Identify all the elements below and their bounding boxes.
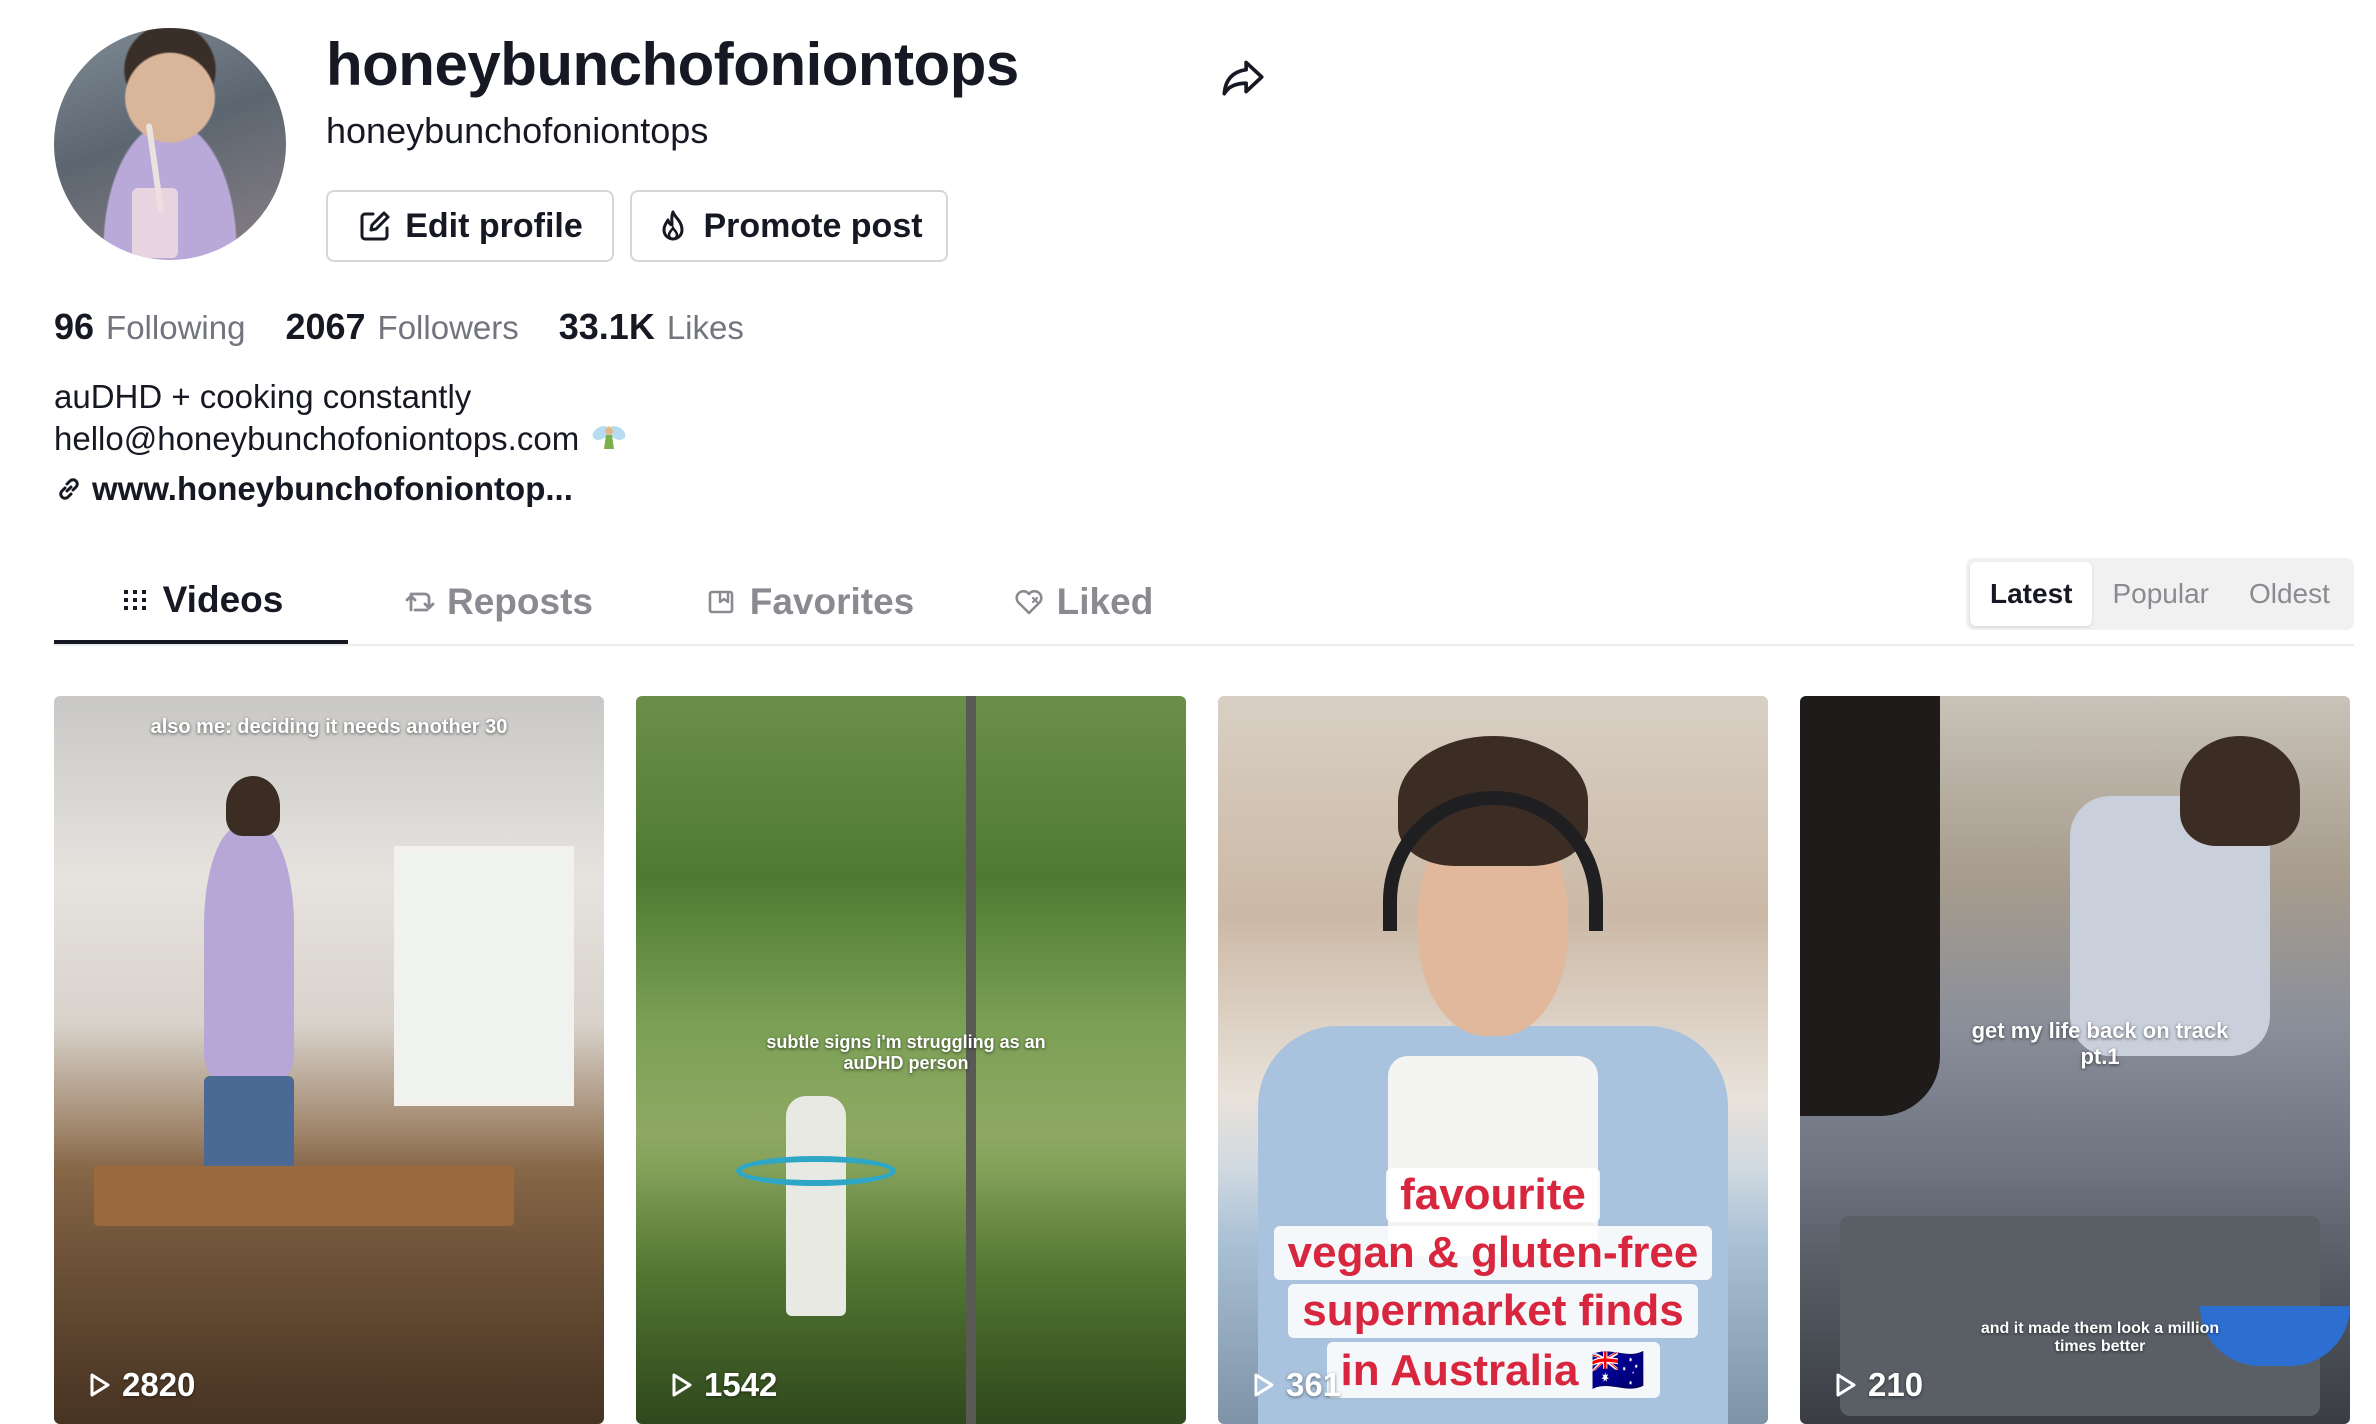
video-scene-person xyxy=(204,826,294,1076)
video-scene-hoop xyxy=(736,1156,896,1186)
sort-popular[interactable]: Popular xyxy=(2092,562,2229,626)
heart-icon xyxy=(1015,589,1043,615)
tab-liked-label: Liked xyxy=(1056,581,1154,622)
promote-post-label: Promote post xyxy=(703,206,923,245)
video-caption: favourite vegan & gluten-free supermarke… xyxy=(1218,1168,1768,1398)
tab-reposts[interactable]: Reposts xyxy=(348,560,648,644)
video-scene-dog xyxy=(1800,696,1940,1116)
stat-followers[interactable]: 2067 Followers xyxy=(285,306,518,348)
video-views: 361 xyxy=(1248,1366,1341,1404)
avatar-cup xyxy=(132,188,178,258)
play-icon xyxy=(1254,1373,1274,1397)
tab-videos[interactable]: Videos xyxy=(54,560,348,644)
bookmark-icon xyxy=(708,590,734,614)
video-scene-head xyxy=(2180,736,2300,846)
edit-profile-label: Edit profile xyxy=(405,206,583,245)
video-caption-line: in Australia 🇦🇺 xyxy=(1326,1342,1660,1398)
video-caption-line: favourite xyxy=(1386,1168,1600,1222)
video-views-count: 210 xyxy=(1868,1366,1924,1403)
video-overlay-text: also me: deciding it needs another 30 xyxy=(150,716,508,738)
video-scene-table xyxy=(94,1166,514,1226)
sort-latest[interactable]: Latest xyxy=(1970,562,2093,626)
stat-followers-value: 2067 xyxy=(285,306,366,347)
video-card[interactable]: also me: deciding it needs another 30 28… xyxy=(54,696,604,1424)
stat-following-label: Following xyxy=(106,309,246,346)
repost-icon xyxy=(405,592,435,612)
video-scene-head xyxy=(226,776,280,836)
video-caption-line: supermarket finds xyxy=(1288,1284,1698,1338)
fairy-emoji-icon xyxy=(592,425,626,449)
bio-email: hello@honeybunchofoniontops.com xyxy=(54,420,580,457)
link-icon xyxy=(59,478,79,500)
stat-likes-value: 33.1K xyxy=(558,306,655,347)
video-scene-person xyxy=(786,1096,846,1316)
stat-following[interactable]: 96 Following xyxy=(54,306,245,348)
tab-liked[interactable]: Liked xyxy=(972,560,1194,644)
play-icon xyxy=(1836,1373,1856,1397)
profile-link[interactable]: www.honeybunchofoniontop... xyxy=(54,470,573,508)
video-card[interactable]: get my life back on track pt.1 and it ma… xyxy=(1800,696,2350,1424)
video-scene-window xyxy=(394,846,574,1106)
play-icon xyxy=(90,1373,110,1397)
avatar[interactable] xyxy=(54,28,286,260)
tab-videos-label: Videos xyxy=(162,579,284,620)
tab-reposts-label: Reposts xyxy=(447,581,593,622)
video-views: 1542 xyxy=(666,1366,777,1404)
tab-favorites-label: Favorites xyxy=(749,581,915,622)
tabs-divider xyxy=(54,644,2354,646)
bio-line-2-row: hello@honeybunchofoniontops.com xyxy=(54,418,629,460)
edit-icon xyxy=(360,211,390,241)
video-views: 2820 xyxy=(84,1366,195,1404)
stat-likes: 33.1K Likes xyxy=(559,306,744,348)
stat-likes-label: Likes xyxy=(666,309,744,346)
tab-favorites[interactable]: Favorites xyxy=(648,560,972,644)
video-caption-line: vegan & gluten-free xyxy=(1273,1226,1713,1280)
video-overlay-text-secondary: and it made them look a million times be… xyxy=(1980,1320,2220,1355)
profile-bio: auDHD + cooking constantly hello@honeybu… xyxy=(54,376,629,460)
share-icon[interactable] xyxy=(1218,52,1268,102)
play-icon xyxy=(672,1373,692,1397)
video-card[interactable]: favourite vegan & gluten-free supermarke… xyxy=(1218,696,1768,1424)
promote-post-button[interactable]: Promote post xyxy=(630,190,948,262)
stat-following-value: 96 xyxy=(54,306,95,347)
edit-profile-button[interactable]: Edit profile xyxy=(326,190,614,262)
stat-followers-label: Followers xyxy=(377,309,519,346)
video-overlay-text: subtle signs i'm struggling as an auDHD … xyxy=(766,1032,1046,1073)
video-views: 210 xyxy=(1830,1366,1923,1404)
profile-link-text: www.honeybunchofoniontop... xyxy=(92,470,573,507)
video-views-count: 1542 xyxy=(704,1366,778,1403)
profile-tabs: Videos Reposts Favorites Liked xyxy=(54,560,1194,644)
bio-line-1: auDHD + cooking constantly xyxy=(54,378,472,415)
sort-toggle: Latest Popular Oldest xyxy=(1966,558,2354,630)
grid-icon xyxy=(123,590,146,610)
flame-icon xyxy=(662,210,684,241)
video-card[interactable]: subtle signs i'm struggling as an auDHD … xyxy=(636,696,1186,1424)
video-overlay-text: get my life back on track pt.1 xyxy=(1971,1018,2229,1069)
sort-oldest[interactable]: Oldest xyxy=(2229,562,2350,626)
video-views-count: 2820 xyxy=(122,1366,196,1403)
video-views-count: 361 xyxy=(1286,1366,1342,1403)
profile-stats: 96 Following 2067 Followers 33.1K Likes xyxy=(54,306,744,348)
profile-nickname: honeybunchofoniontops xyxy=(326,110,709,151)
profile-username: honeybunchofoniontops xyxy=(326,31,1019,98)
